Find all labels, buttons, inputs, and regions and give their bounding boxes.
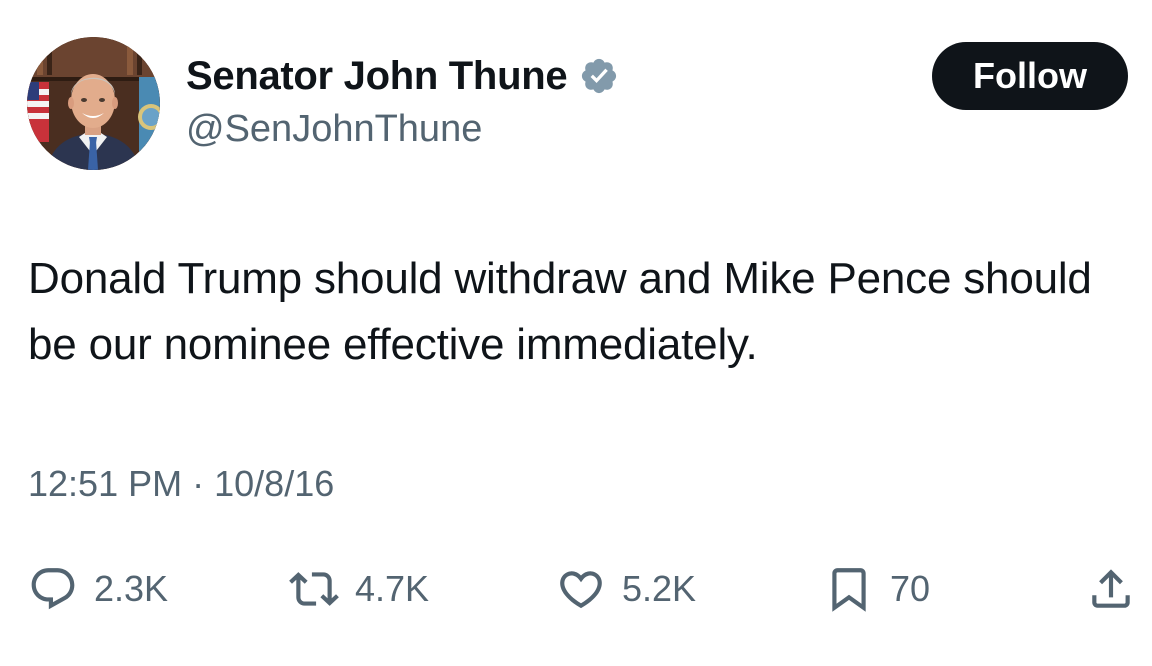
reply-count: 2.3K [94,568,169,609]
tweet-date: 10/8/16 [214,463,335,504]
handle[interactable]: @SenJohnThune [186,108,619,151]
repost-count: 4.7K [355,568,430,609]
like-button[interactable]: 5.2K [556,559,696,619]
verified-badge-icon[interactable] [579,56,619,96]
author-info: Senator John Thune @SenJohnThune [186,50,619,151]
repost-button[interactable]: 4.7K [289,559,429,619]
action-bar: 2.3K 4.7K 5.2K 70 [0,559,1152,619]
follow-button[interactable]: Follow [932,42,1128,110]
tweet-text: Donald Trump should withdraw and Mike Pe… [28,254,1092,369]
reply-icon [31,568,75,610]
repost-icon [289,572,339,606]
like-count: 5.2K [622,568,697,609]
avatar[interactable] [27,37,160,170]
tweet-time: 12:51 PM [28,463,183,504]
timestamp[interactable]: 12:51 PM · 10/8/16 [28,463,334,505]
timestamp-separator: · [192,463,205,504]
like-icon [560,571,602,609]
reply-button[interactable]: 2.3K [28,559,168,619]
name-row: Senator John Thune [186,50,619,102]
share-button[interactable] [1086,559,1136,619]
avatar-portrait [27,37,160,170]
bookmark-icon [832,568,866,612]
display-name[interactable]: Senator John Thune [186,54,568,99]
bookmark-button[interactable]: 70 [824,559,930,619]
bookmark-count: 70 [890,568,931,609]
share-icon [1092,569,1130,608]
